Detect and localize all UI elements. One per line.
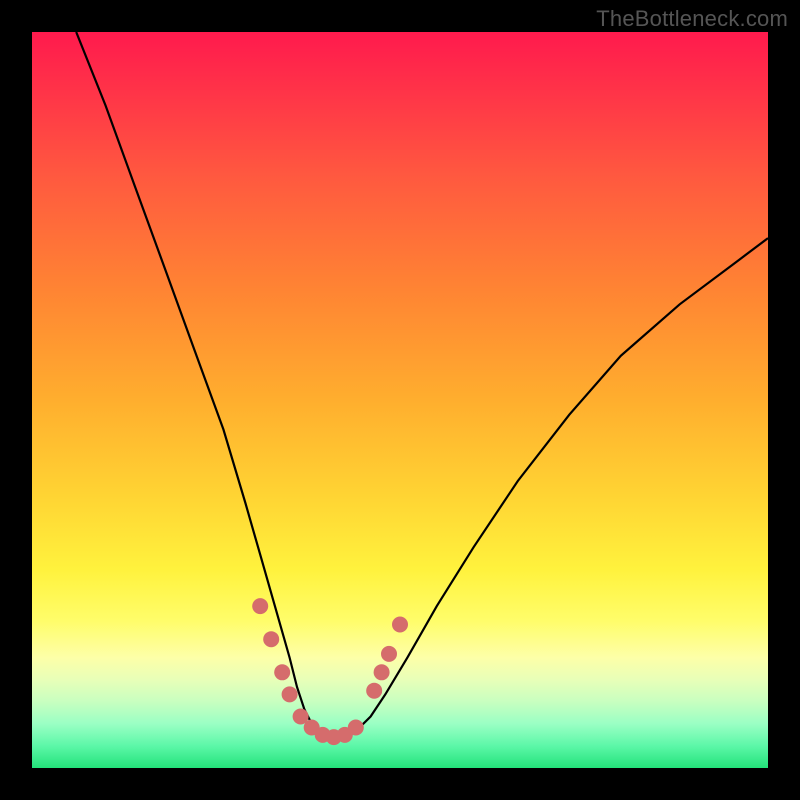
chart-frame: TheBottleneck.com — [0, 0, 800, 800]
valley-marker — [348, 720, 364, 736]
valley-markers — [252, 598, 408, 745]
valley-marker — [392, 617, 408, 633]
chart-svg — [32, 32, 768, 768]
valley-marker — [282, 686, 298, 702]
valley-marker — [381, 646, 397, 662]
valley-marker — [366, 683, 382, 699]
valley-marker — [274, 664, 290, 680]
valley-marker — [252, 598, 268, 614]
valley-marker — [263, 631, 279, 647]
bottleneck-curve — [76, 32, 768, 739]
chart-plot-area — [32, 32, 768, 768]
valley-marker — [374, 664, 390, 680]
watermark-text: TheBottleneck.com — [596, 6, 788, 32]
